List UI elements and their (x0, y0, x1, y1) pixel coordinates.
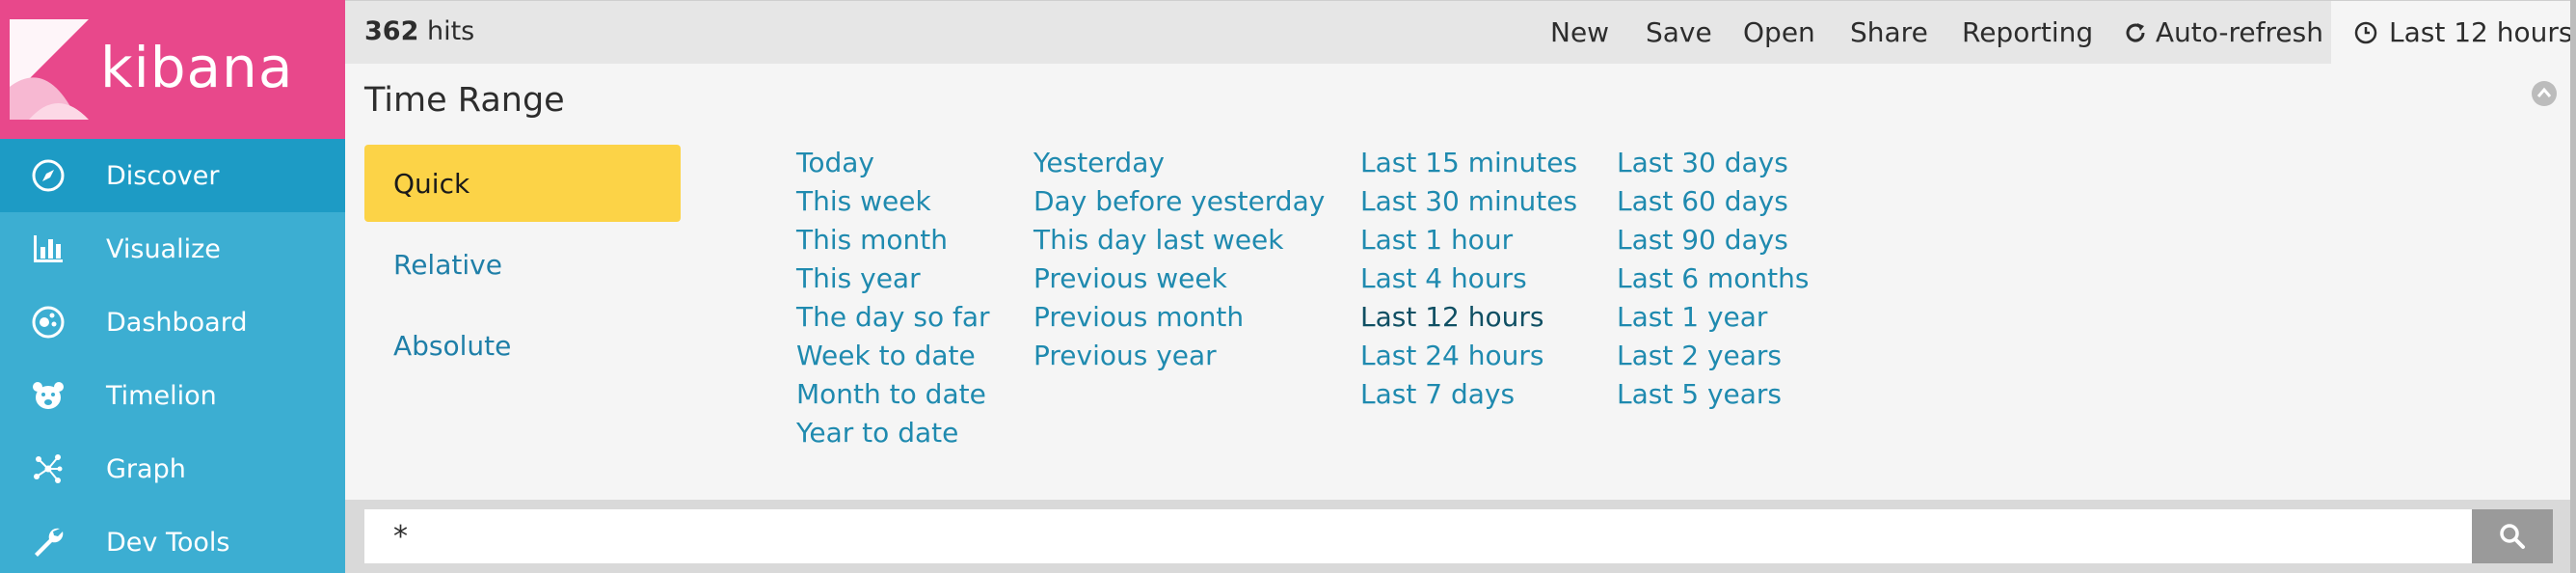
sidebar-item-dev-tools[interactable]: Dev Tools (0, 505, 345, 573)
clock-icon (2354, 21, 2377, 44)
panel-title: Time Range (364, 81, 565, 120)
wrench-icon (29, 525, 67, 559)
quick-link-previous-year[interactable]: Previous year (1033, 340, 1217, 371)
brand-header[interactable]: kibana (0, 0, 345, 139)
quick-link-last-90-days[interactable]: Last 90 days (1617, 224, 1788, 256)
compass-icon (29, 158, 67, 193)
quick-link-last-7-days[interactable]: Last 7 days (1360, 378, 1515, 410)
sidebar-item-graph[interactable]: Graph (0, 432, 345, 505)
tab-quick[interactable]: Quick (364, 145, 681, 222)
quick-link-this-week[interactable]: This week (796, 185, 931, 217)
tab-relative[interactable]: Relative (364, 226, 681, 303)
quick-link-last-1-hour[interactable]: Last 1 hour (1360, 224, 1513, 256)
collapse-chevron-up-icon[interactable] (2530, 79, 2559, 108)
quick-link-week-to-date[interactable]: Week to date (796, 340, 976, 371)
quick-link-this-day-last-week[interactable]: This day last week (1033, 224, 1284, 256)
sidebar-item-visualize[interactable]: Visualize (0, 212, 345, 286)
quick-link-last-60-days[interactable]: Last 60 days (1617, 185, 1788, 217)
quick-link-last-5-years[interactable]: Last 5 years (1617, 378, 1782, 410)
sidebar: kibana Discover Visualize Dashboard Time… (0, 0, 345, 573)
quick-link-previous-week[interactable]: Previous week (1033, 262, 1227, 294)
graph-network-icon (29, 451, 67, 486)
search-bar (345, 500, 2576, 573)
kibana-logo-icon (10, 19, 89, 120)
quick-link-today[interactable]: Today (796, 147, 874, 178)
quick-link-last-2-years[interactable]: Last 2 years (1617, 340, 1782, 371)
save-button[interactable]: Save (1646, 16, 1712, 48)
top-nav-bar: 362 hits New Save Open Share Reporting A… (345, 0, 2576, 65)
sidebar-item-label: Dev Tools (106, 527, 230, 558)
quick-link-yesterday[interactable]: Yesterday (1033, 147, 1165, 178)
auto-refresh-label: Auto-refresh (2155, 16, 2323, 48)
time-range-panel: Time Range Quick Relative Absolute Today… (345, 64, 2576, 500)
quick-link-last-30-days[interactable]: Last 30 days (1617, 147, 1788, 178)
new-button[interactable]: New (1550, 16, 1609, 48)
quick-link-this-year[interactable]: This year (796, 262, 921, 294)
dashboard-gauge-icon (29, 305, 67, 340)
hits-label: hits (426, 16, 475, 46)
open-button[interactable]: Open (1743, 16, 1815, 48)
quick-link-last-12-hours[interactable]: Last 12 hours (1360, 301, 1543, 333)
time-picker-button[interactable]: Last 12 hours (2331, 1, 2576, 65)
refresh-icon (2126, 23, 2145, 42)
time-picker-label: Last 12 hours (2389, 16, 2573, 48)
quick-link-last-15-minutes[interactable]: Last 15 minutes (1360, 147, 1577, 178)
quick-link-this-month[interactable]: This month (796, 224, 948, 256)
sidebar-item-discover[interactable]: Discover (0, 139, 345, 212)
auto-refresh-button[interactable]: Auto-refresh (2124, 16, 2323, 48)
search-button[interactable] (2472, 509, 2553, 563)
search-icon (2500, 524, 2525, 549)
brand-name: kibana (100, 35, 294, 100)
reporting-button[interactable]: Reporting (1962, 16, 2093, 48)
sidebar-item-label: Graph (106, 453, 186, 484)
sidebar-item-label: Timelion (106, 380, 217, 411)
hits-number: 362 (364, 16, 419, 46)
sidebar-item-label: Dashboard (106, 307, 248, 338)
quick-link-previous-month[interactable]: Previous month (1033, 301, 1244, 333)
quick-link-day-so-far[interactable]: The day so far (796, 301, 990, 333)
quick-link-day-before-yesterday[interactable]: Day before yesterday (1033, 185, 1325, 217)
timelion-bear-icon (29, 378, 67, 413)
sidebar-item-timelion[interactable]: Timelion (0, 359, 345, 432)
bar-chart-icon (29, 232, 67, 266)
quick-link-last-30-minutes[interactable]: Last 30 minutes (1360, 185, 1577, 217)
sidebar-item-label: Discover (106, 160, 220, 191)
share-button[interactable]: Share (1850, 16, 1928, 48)
hits-count: 362 hits (364, 16, 474, 46)
quick-link-last-24-hours[interactable]: Last 24 hours (1360, 340, 1543, 371)
window-edge (2570, 0, 2576, 573)
sidebar-item-dashboard[interactable]: Dashboard (0, 286, 345, 359)
search-input[interactable] (364, 509, 2472, 563)
quick-link-month-to-date[interactable]: Month to date (796, 378, 986, 410)
tab-absolute[interactable]: Absolute (364, 307, 681, 384)
quick-link-year-to-date[interactable]: Year to date (796, 417, 958, 449)
quick-link-last-4-hours[interactable]: Last 4 hours (1360, 262, 1527, 294)
quick-link-last-6-months[interactable]: Last 6 months (1617, 262, 1809, 294)
sidebar-item-label: Visualize (106, 233, 221, 264)
quick-link-last-1-year[interactable]: Last 1 year (1617, 301, 1767, 333)
